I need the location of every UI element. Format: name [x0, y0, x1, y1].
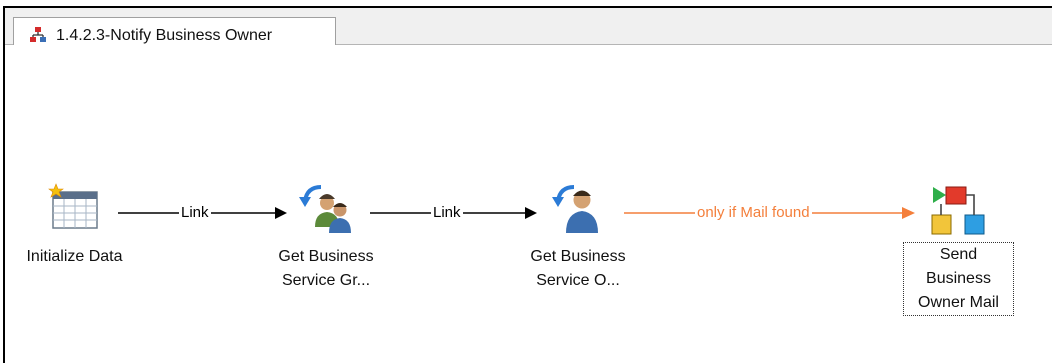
link-label-1: Link [179, 204, 211, 222]
node-label: Send Business Owner Mail [903, 242, 1014, 316]
conditional-link-label: only if Mail found [695, 204, 812, 222]
workflow-icon [30, 27, 46, 42]
node-label: Get Business Service O... [530, 248, 626, 289]
table-sparkle-icon [48, 183, 98, 229]
node-label: Initialize Data [26, 248, 123, 265]
user-arrow-icon [552, 185, 598, 233]
link-label-2: Link [431, 204, 463, 222]
flow-blocks-icon [931, 186, 985, 235]
tab-title: 1.4.2.3-Notify Business Owner [56, 27, 273, 44]
tab-bar: 1.4.2.3-Notify Business Owner [5, 8, 1052, 54]
node-label: Get Business Service Gr... [278, 248, 374, 289]
group-users-arrow-icon [299, 185, 351, 233]
